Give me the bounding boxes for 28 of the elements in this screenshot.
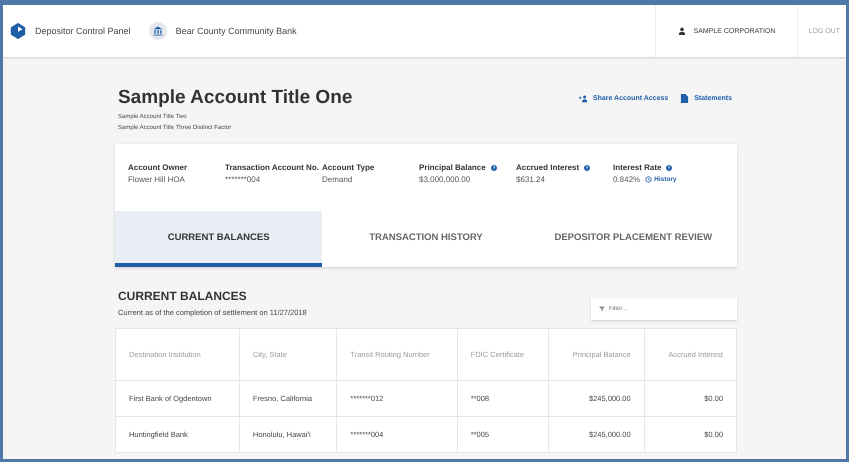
field-value: Flower Hill HOA <box>128 175 185 184</box>
help-icon[interactable] <box>490 164 497 170</box>
help-icon[interactable] <box>666 164 672 170</box>
user-icon <box>678 27 686 35</box>
account-title: Sample Account Title One <box>118 87 352 109</box>
field-label: Interest Rate <box>613 163 662 172</box>
field-label: Transaction Account No. <box>225 163 319 172</box>
logo-icon <box>9 22 27 40</box>
field-value: Demand <box>322 175 352 184</box>
field-label: Principal Balance <box>419 163 486 172</box>
section-title: CURRENT BALANCES <box>118 289 248 303</box>
tab[interactable]: CURRENT BALANCES <box>115 211 322 267</box>
field-label: Accrued Interest <box>516 163 580 172</box>
add-user-icon <box>578 94 588 102</box>
filter-icon <box>599 306 605 312</box>
field-value: $631.24 <box>516 175 545 184</box>
bank-name: Bear County Community Bank <box>176 26 297 36</box>
document-icon <box>680 94 690 102</box>
app-title: Depositor Control Panel <box>35 26 131 36</box>
tab[interactable]: DEPOSITOR PLACEMENT REVIEW <box>530 211 737 267</box>
field-value: $3,000,000.00 <box>419 175 470 184</box>
field-label: Account Owner <box>128 163 188 172</box>
help-icon[interactable] <box>584 164 590 170</box>
field-value: 0.842% <box>613 175 640 184</box>
field-label: Account Type <box>322 163 374 172</box>
clock-icon <box>645 176 652 183</box>
bank-icon <box>148 22 167 40</box>
field-value: *******004 <box>225 175 260 184</box>
